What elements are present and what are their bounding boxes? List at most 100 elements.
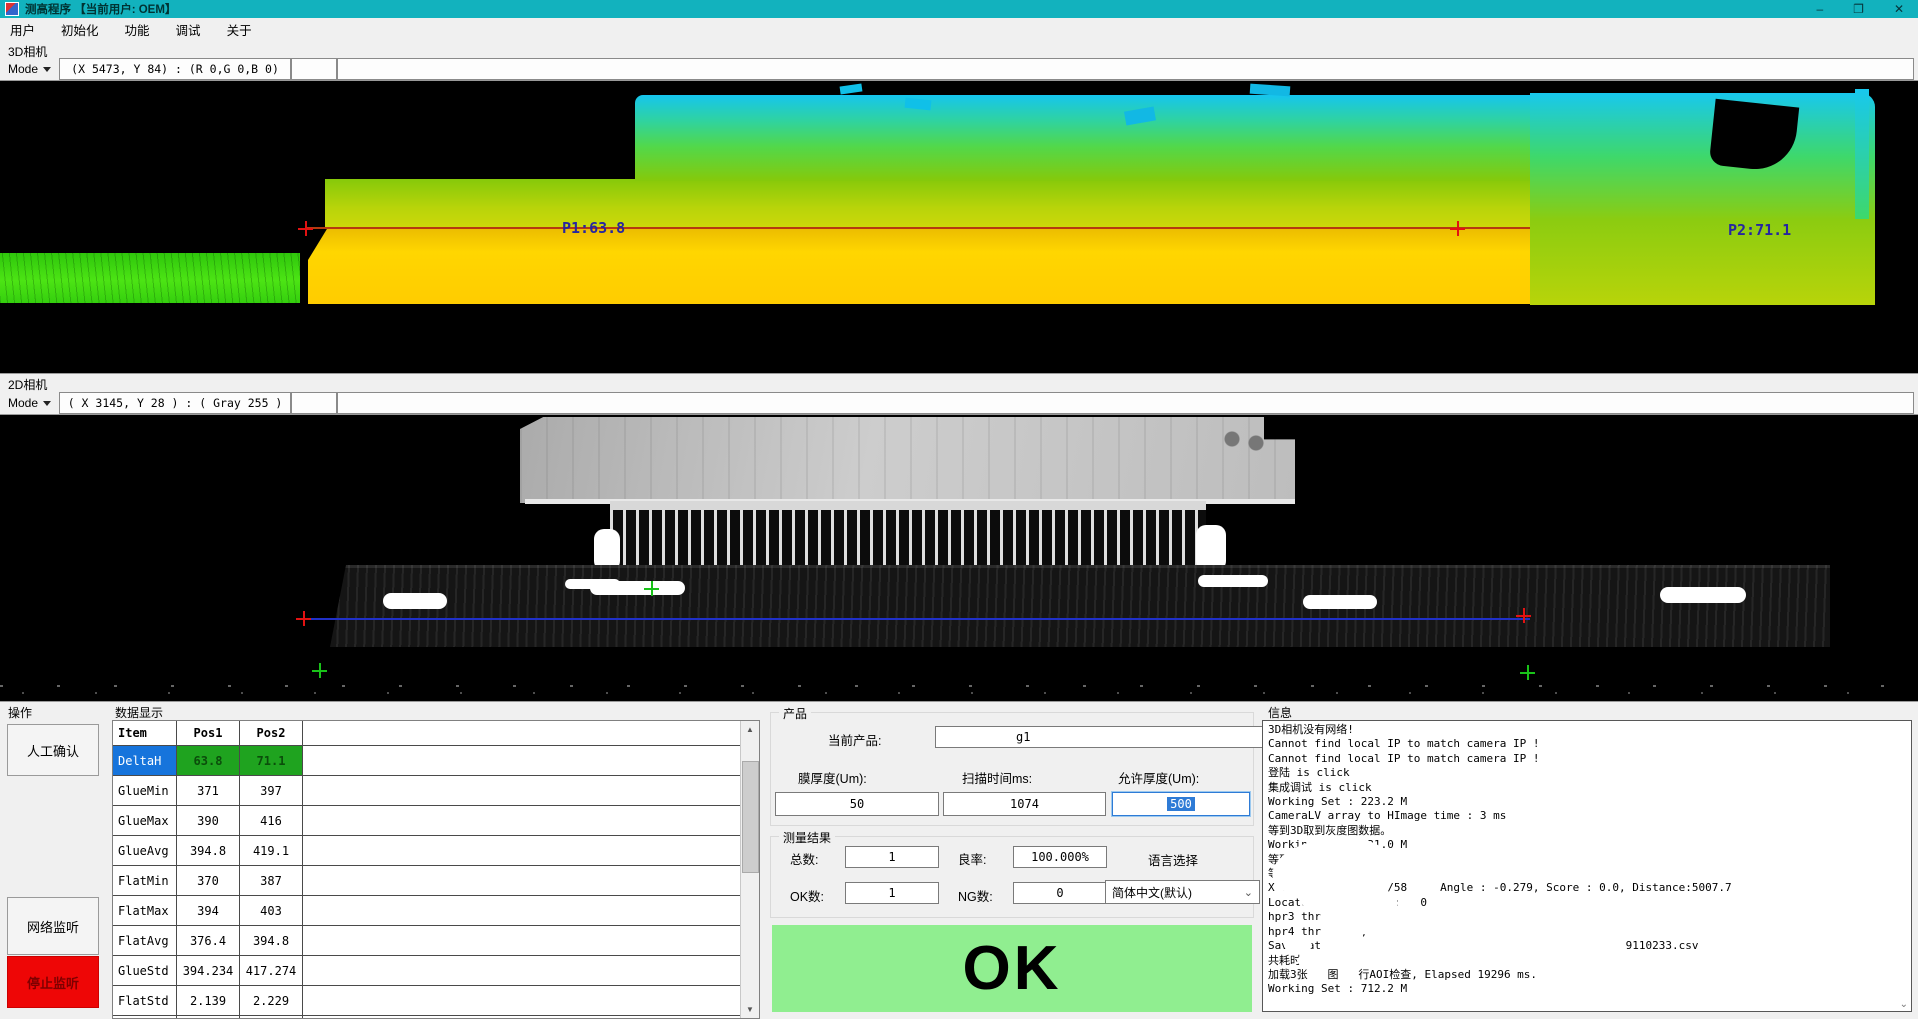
table-row[interactable]: FlatMin 370 387	[113, 866, 759, 896]
glue-blob-3	[1303, 595, 1377, 609]
data-display-label: 数据显示	[115, 704, 163, 721]
cell-pos1[interactable]: 63.8	[177, 746, 240, 775]
cell-pos2[interactable]: 403	[240, 896, 303, 925]
table-row[interactable]: DeltaH 63.8 71.1	[113, 746, 759, 776]
cell-pos1[interactable]: 394.234	[177, 956, 240, 985]
connector-right-blob	[1196, 525, 1226, 571]
yield-field[interactable]: 100.000%	[1013, 846, 1107, 868]
yield-label: 良率:	[958, 849, 986, 868]
product-label: 产品	[779, 705, 811, 722]
scroll-up-icon[interactable]: ▲	[741, 721, 759, 738]
table-row[interactable]: FlatAvg 376.4 394.8	[113, 926, 759, 956]
2d-mode-dropdown[interactable]: Mode	[0, 392, 59, 414]
cell-pos2[interactable]: 71.1	[240, 746, 303, 775]
cell-item[interactable]: GlueMin	[113, 776, 177, 805]
app-icon[interactable]	[5, 2, 19, 16]
glue-blob-1	[383, 593, 447, 609]
right-red-cross	[1516, 608, 1531, 623]
2d-camera-label: 2D相机	[8, 376, 47, 393]
scan-time-label: 扫描时间ms:	[962, 768, 1032, 787]
cell-pos1[interactable]: 394	[177, 896, 240, 925]
menu-bar: 用户 初始化 功能 调试 关于	[0, 18, 1918, 40]
cell-pos2[interactable]: 394.8	[240, 926, 303, 955]
redaction-blob	[1297, 954, 1323, 967]
close-button[interactable]: ✕	[1894, 0, 1904, 18]
menu-item-init[interactable]: 初始化	[61, 20, 99, 39]
ng-count-field[interactable]: 0	[1013, 882, 1107, 904]
scan-time-field[interactable]: 1074	[943, 792, 1106, 816]
p1-annotation: P1:63.8	[562, 219, 625, 237]
cell-item[interactable]: FlatAvg	[113, 926, 177, 955]
data-table[interactable]: Item Pos1 Pos2 DeltaH 63.8 71.1 GlueMin …	[112, 720, 760, 1019]
cell-pos1[interactable]: 390	[177, 806, 240, 835]
cell-pos1[interactable]: 376.4	[177, 926, 240, 955]
stop-listen-button[interactable]: 停止监听	[7, 956, 99, 1008]
cell-pos1[interactable]: 370	[177, 866, 240, 895]
green-cross-1	[644, 581, 659, 596]
cell-item[interactable]: FlatMin	[113, 866, 177, 895]
table-row[interactable]: GlueAvg 394.8 419.1	[113, 836, 759, 866]
col-header-pos1: Pos1	[177, 721, 240, 745]
product-bar	[330, 565, 1830, 647]
cell-pos2[interactable]: 2.229	[240, 986, 303, 1015]
menu-item-debug[interactable]: 调试	[176, 20, 201, 39]
info-scroll-down-icon[interactable]: ⌄	[1900, 999, 1908, 1010]
3d-mode-dropdown[interactable]: Mode	[0, 58, 59, 80]
cell-pos1[interactable]: 2.139	[177, 986, 240, 1015]
minimize-button[interactable]: –	[1816, 0, 1823, 18]
cell-item[interactable]: GlueMax	[113, 806, 177, 835]
2d-camera-viewport[interactable]	[0, 414, 1918, 702]
p2-annotation: P2:71.1	[1728, 221, 1791, 239]
cell-item[interactable]: DeltaH	[113, 746, 177, 775]
scrollbar-thumb[interactable]	[742, 761, 759, 873]
floor-speckle-2	[22, 692, 1882, 694]
menu-item-function[interactable]: 功能	[125, 20, 150, 39]
measurement-groupbox: 测量结果	[770, 836, 1254, 918]
cell-item[interactable]: GlueStd	[113, 956, 177, 985]
p1-marker-cross	[298, 221, 313, 236]
cell-pos2[interactable]: 387	[240, 866, 303, 895]
glue-blob-2	[590, 581, 685, 595]
cell-item[interactable]: FlatStd	[113, 986, 177, 1015]
table-row[interactable]: GlueStd 394.234 417.274	[113, 956, 759, 986]
cell-item[interactable]: FlatMax	[113, 896, 177, 925]
heightmap-right-block	[1530, 93, 1875, 305]
table-scrollbar[interactable]: ▲ ▼	[740, 721, 759, 1018]
menu-item-about[interactable]: 关于	[227, 20, 252, 39]
film-thickness-field[interactable]: 50	[775, 792, 939, 816]
cell-pos1[interactable]: 394.8	[177, 836, 240, 865]
mode-dropdown-arrow-icon	[43, 67, 51, 72]
total-field[interactable]: 1	[845, 846, 939, 868]
heightmap-cyan-speck-1	[840, 84, 863, 95]
film-thickness-label: 膜厚度(Um):	[798, 768, 867, 787]
cell-pos2[interactable]: 397	[240, 776, 303, 805]
maximize-button[interactable]: ❐	[1853, 0, 1864, 18]
cell-pos2[interactable]: 416	[240, 806, 303, 835]
cell-pos2[interactable]: 419.1	[240, 836, 303, 865]
cell-pos1[interactable]: 371	[177, 776, 240, 805]
allow-thickness-field[interactable]: 500	[1112, 792, 1250, 816]
ok-count-field[interactable]: 1	[845, 882, 939, 904]
window-title: 测高程序 【当前用户: OEM】	[25, 1, 176, 17]
table-row[interactable]: GlueMin 371 397	[113, 776, 759, 806]
heightmap-upper-band	[635, 95, 1532, 181]
redaction-blob	[1390, 903, 1695, 923]
menu-item-user[interactable]: 用户	[10, 20, 35, 39]
p2-marker-cross	[1450, 221, 1465, 236]
table-row[interactable]: GlueMax 390 416	[113, 806, 759, 836]
2d-toolbar-box-small	[291, 392, 337, 414]
cell-pos2[interactable]: 417.274	[240, 956, 303, 985]
network-listen-button[interactable]: 网络监听	[7, 897, 99, 955]
2d-pixel-status: ( X 3145, Y 28 ) : ( Gray 255 )	[59, 392, 291, 414]
redaction-blob	[1284, 938, 1312, 953]
language-select[interactable]: 简体中文(默认) ⌄	[1105, 880, 1260, 904]
table-row[interactable]: FlatStd 2.139 2.229	[113, 986, 759, 1016]
scroll-down-icon[interactable]: ▼	[741, 1001, 759, 1018]
redaction-blob	[1322, 922, 1690, 937]
manual-confirm-button[interactable]: 人工确认	[7, 724, 99, 776]
left-red-cross	[296, 611, 311, 626]
title-bar: 测高程序 【当前用户: OEM】 – ❐ ✕	[0, 0, 1918, 18]
table-row[interactable]: FlatMax 394 403	[113, 896, 759, 926]
cell-item[interactable]: GlueAvg	[113, 836, 177, 865]
3d-camera-viewport[interactable]: P1:63.8 P2:71.1	[0, 80, 1918, 374]
